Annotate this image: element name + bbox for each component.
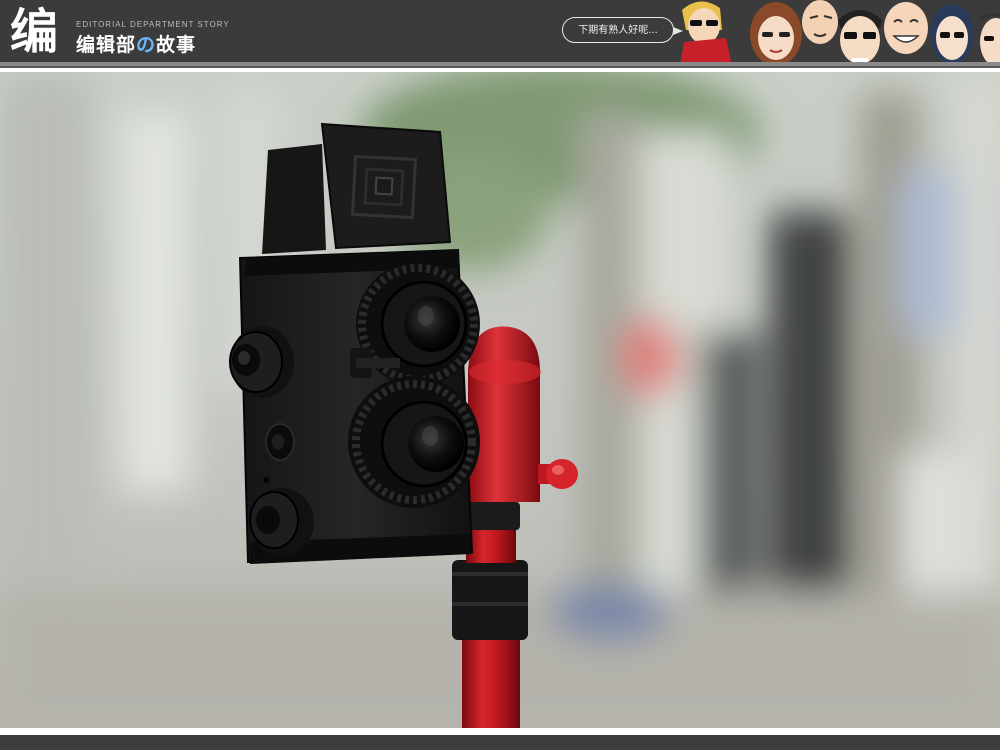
- caricature-faces: [680, 0, 1000, 66]
- site-header: 编 EDITORIAL DEPARTMENT STORY 编辑部の故事 下期有熟…: [0, 0, 1000, 68]
- caricature-face-4: [838, 10, 882, 66]
- twin-lens-camera: [229, 122, 480, 564]
- camera-photo: [0, 72, 1000, 728]
- side-knob-top: [229, 326, 294, 398]
- logo-subtitle: EDITORIAL DEPARTMENT STORY: [76, 20, 230, 29]
- page: 编 EDITORIAL DEPARTMENT STORY 编辑部の故事 下期有熟…: [0, 0, 1000, 750]
- caricature-face-2: [750, 2, 802, 66]
- speech-bubble: 下期有熟人好呢...: [562, 17, 683, 43]
- logo-title-part2: 故事: [156, 34, 197, 56]
- caricature-face-3: [802, 0, 838, 44]
- speech-bubble-text: 下期有熟人好呢...: [578, 25, 658, 36]
- caricature-face-5: [884, 2, 928, 54]
- lower-lens: [348, 376, 480, 508]
- logo-glyph: 编: [10, 4, 58, 60]
- caricature-face-6: [930, 4, 974, 64]
- caricature-face-7: [979, 13, 1000, 66]
- logo-title-accent: の: [136, 34, 157, 56]
- footer-bar: [0, 735, 1000, 750]
- logo-title-part1: 编辑部: [76, 34, 137, 56]
- caricature-face-1: [680, 1, 732, 66]
- logo-title: 编辑部の故事: [76, 30, 196, 57]
- side-knob-bottom: [249, 488, 314, 556]
